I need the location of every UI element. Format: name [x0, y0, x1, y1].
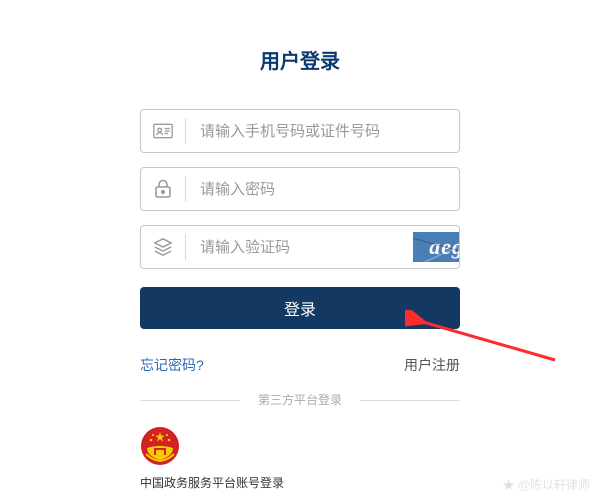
account-input-group: [140, 109, 460, 153]
lock-icon: [141, 167, 185, 211]
id-card-icon: [141, 109, 185, 153]
forgot-password-link[interactable]: 忘记密码?: [140, 355, 204, 375]
links-row: 忘记密码? 用户注册: [140, 355, 460, 375]
third-party-divider: 第三方平台登录: [140, 391, 460, 408]
captcha-input[interactable]: [186, 226, 413, 268]
third-party-label: 第三方平台登录: [258, 393, 342, 407]
password-input[interactable]: [186, 168, 459, 210]
captcha-image[interactable]: aege: [413, 232, 460, 262]
layers-icon: [141, 225, 185, 269]
password-input-group: [140, 167, 460, 211]
gov-login-label[interactable]: 中国政务服务平台账号登录: [140, 474, 284, 491]
national-emblem-icon[interactable]: [140, 426, 180, 466]
third-party-section: 中国政务服务平台账号登录: [140, 426, 460, 491]
login-title: 用户登录: [140, 45, 460, 74]
login-container: 用户登录: [140, 0, 460, 491]
login-button[interactable]: 登录: [140, 287, 460, 329]
captcha-input-group: aege: [140, 225, 460, 269]
register-link[interactable]: 用户注册: [404, 355, 460, 375]
watermark: ★ @陈以轩律师: [502, 476, 590, 493]
account-input[interactable]: [186, 110, 459, 152]
